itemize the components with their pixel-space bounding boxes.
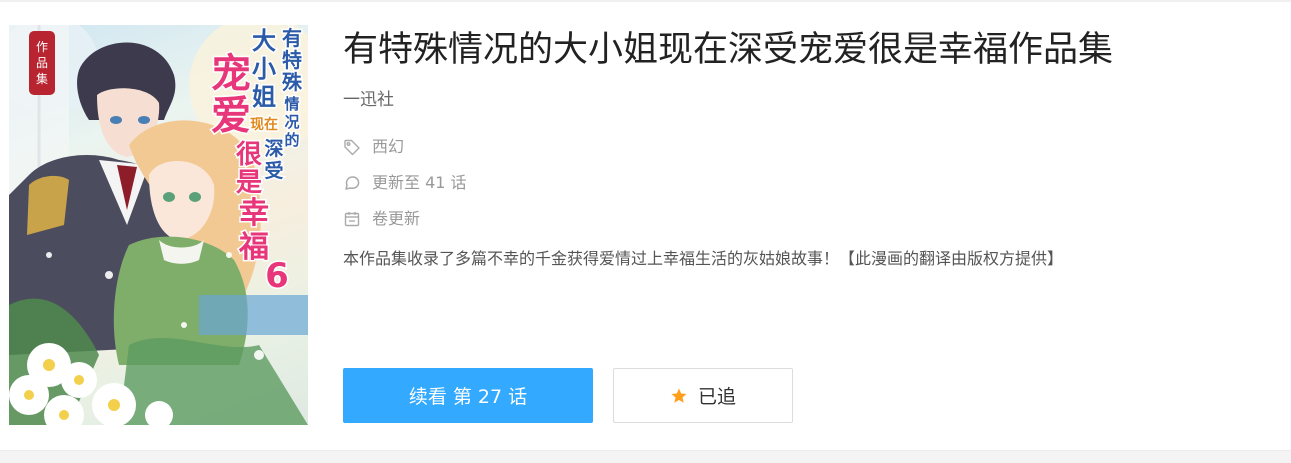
svg-text:现在: 现在 — [250, 116, 278, 133]
comic-detail-card: 作 品 集 有 特 殊 情 况 的 大 小 姐 现在 深 受 宠 爱 很 是 幸… — [0, 0, 1291, 451]
svg-text:的: 的 — [284, 131, 299, 149]
comic-description: 本作品集收录了多篇不幸的千金获得爱情过上幸福生活的灰姑娘故事！【此漫画的翻译由版… — [343, 249, 1064, 268]
svg-text:宠: 宠 — [211, 51, 251, 97]
svg-text:况: 况 — [284, 113, 299, 131]
speech-bubble-icon — [343, 174, 361, 192]
svg-text:很: 很 — [236, 140, 262, 170]
genre-text[interactable]: 西幻 — [372, 136, 404, 158]
follow-button[interactable]: 已追 — [613, 368, 793, 423]
schedule-row: 卷更新 — [343, 208, 420, 230]
cover-badge-char-3: 集 — [36, 71, 48, 86]
genre-row: 西幻 — [343, 136, 404, 158]
svg-text:大: 大 — [252, 27, 276, 55]
comic-title: 有特殊情况的大小姐现在深受宠爱很是幸福作品集 — [343, 30, 1114, 70]
continue-reading-button[interactable]: 续看 第 27 话 — [343, 368, 593, 423]
top-divider — [0, 0, 1291, 2]
svg-text:爱: 爱 — [211, 93, 251, 139]
schedule-text: 卷更新 — [372, 209, 421, 228]
cover-badge-char-2: 品 — [36, 56, 48, 70]
update-status-text: 更新至 41 话 — [372, 173, 467, 192]
update-row: 更新至 41 话 — [343, 172, 467, 194]
svg-text:受: 受 — [264, 159, 283, 182]
star-icon — [670, 387, 688, 405]
comic-cover-image[interactable]: 作 品 集 有 特 殊 情 况 的 大 小 姐 现在 深 受 宠 爱 很 是 幸… — [9, 25, 308, 425]
svg-text:小: 小 — [252, 55, 276, 83]
svg-text:幸: 幸 — [239, 196, 269, 231]
svg-text:特: 特 — [282, 48, 302, 72]
svg-text:情: 情 — [284, 95, 299, 113]
svg-text:是: 是 — [236, 168, 262, 198]
svg-text:姐: 姐 — [252, 83, 276, 111]
svg-text:殊: 殊 — [282, 70, 303, 94]
cover-badge-char-1: 作 — [36, 40, 48, 54]
continue-reading-label: 续看 第 27 话 — [408, 386, 528, 408]
follow-label: 已追 — [697, 386, 736, 408]
svg-text:深: 深 — [264, 137, 283, 160]
svg-text:有: 有 — [282, 26, 302, 50]
comic-publisher[interactable]: 一迅社 — [343, 88, 394, 112]
cover-illustration: 作 品 集 有 特 殊 情 况 的 大 小 姐 现在 深 受 宠 爱 很 是 幸… — [9, 25, 308, 425]
calendar-icon — [343, 210, 361, 228]
tag-icon — [343, 138, 361, 156]
cover-volume-number: 6 — [265, 256, 289, 296]
